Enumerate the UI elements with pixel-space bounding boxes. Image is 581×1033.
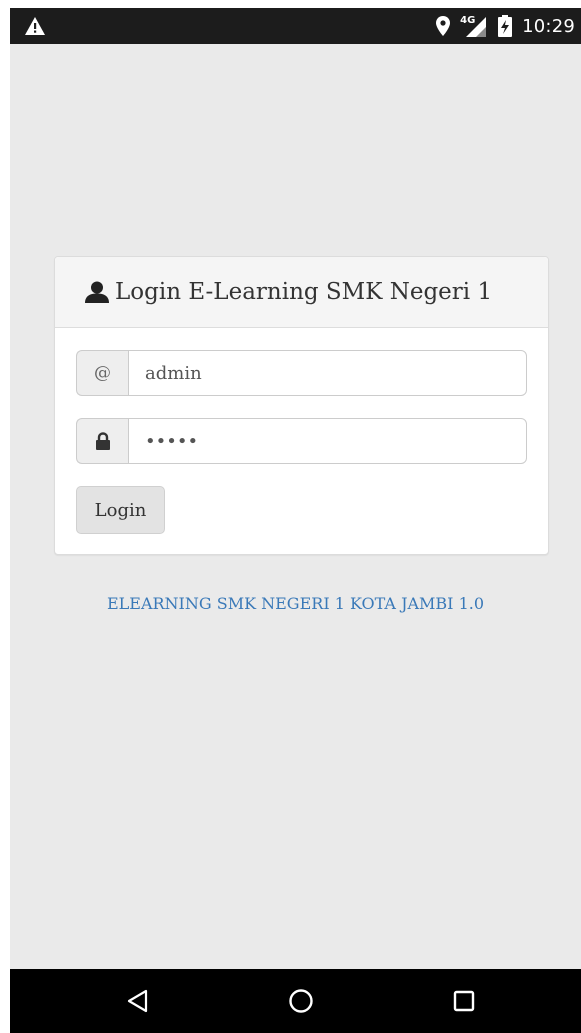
location-icon [436, 16, 451, 36]
signal-icon: 4G [460, 15, 488, 37]
navigation-bar [10, 969, 581, 1033]
back-button[interactable] [121, 985, 155, 1017]
home-button[interactable] [284, 985, 318, 1017]
password-addon [76, 418, 128, 464]
login-form: @ Login [55, 328, 548, 554]
status-icons: 4G 10:29 [436, 8, 575, 44]
network-type-label: 4G [460, 15, 476, 26]
recents-icon [453, 990, 475, 1012]
login-panel-title: Login E-Learning SMK Negeri 1 [115, 279, 493, 305]
back-icon [127, 989, 148, 1013]
username-input[interactable] [128, 350, 527, 396]
status-time: 10:29 [522, 15, 575, 37]
at-sign-addon: @ [76, 350, 128, 396]
password-input-group [76, 418, 527, 464]
main-content: Login E-Learning SMK Negeri 1 @ admin Lo… [10, 44, 581, 969]
login-button[interactable]: Login [76, 486, 165, 534]
recents-button[interactable] [447, 985, 481, 1017]
login-panel: Login E-Learning SMK Negeri 1 @ admin Lo… [54, 256, 549, 555]
screen: 4G 10:29 Login E-Learning SMK Negeri 1 @… [10, 8, 581, 1033]
status-bar: 4G 10:29 [10, 8, 581, 44]
lock-icon [95, 432, 110, 450]
warning-icon [25, 17, 45, 35]
footer-text: ELEARNING SMK NEGERI 1 KOTA JAMBI 1.0 [106, 594, 485, 613]
user-icon [85, 281, 109, 303]
home-icon [289, 989, 313, 1013]
battery-charging-icon [498, 15, 513, 37]
username-input-group: @ [76, 350, 527, 396]
login-panel-heading: Login E-Learning SMK Negeri 1 [55, 257, 548, 328]
password-input[interactable] [128, 418, 527, 464]
